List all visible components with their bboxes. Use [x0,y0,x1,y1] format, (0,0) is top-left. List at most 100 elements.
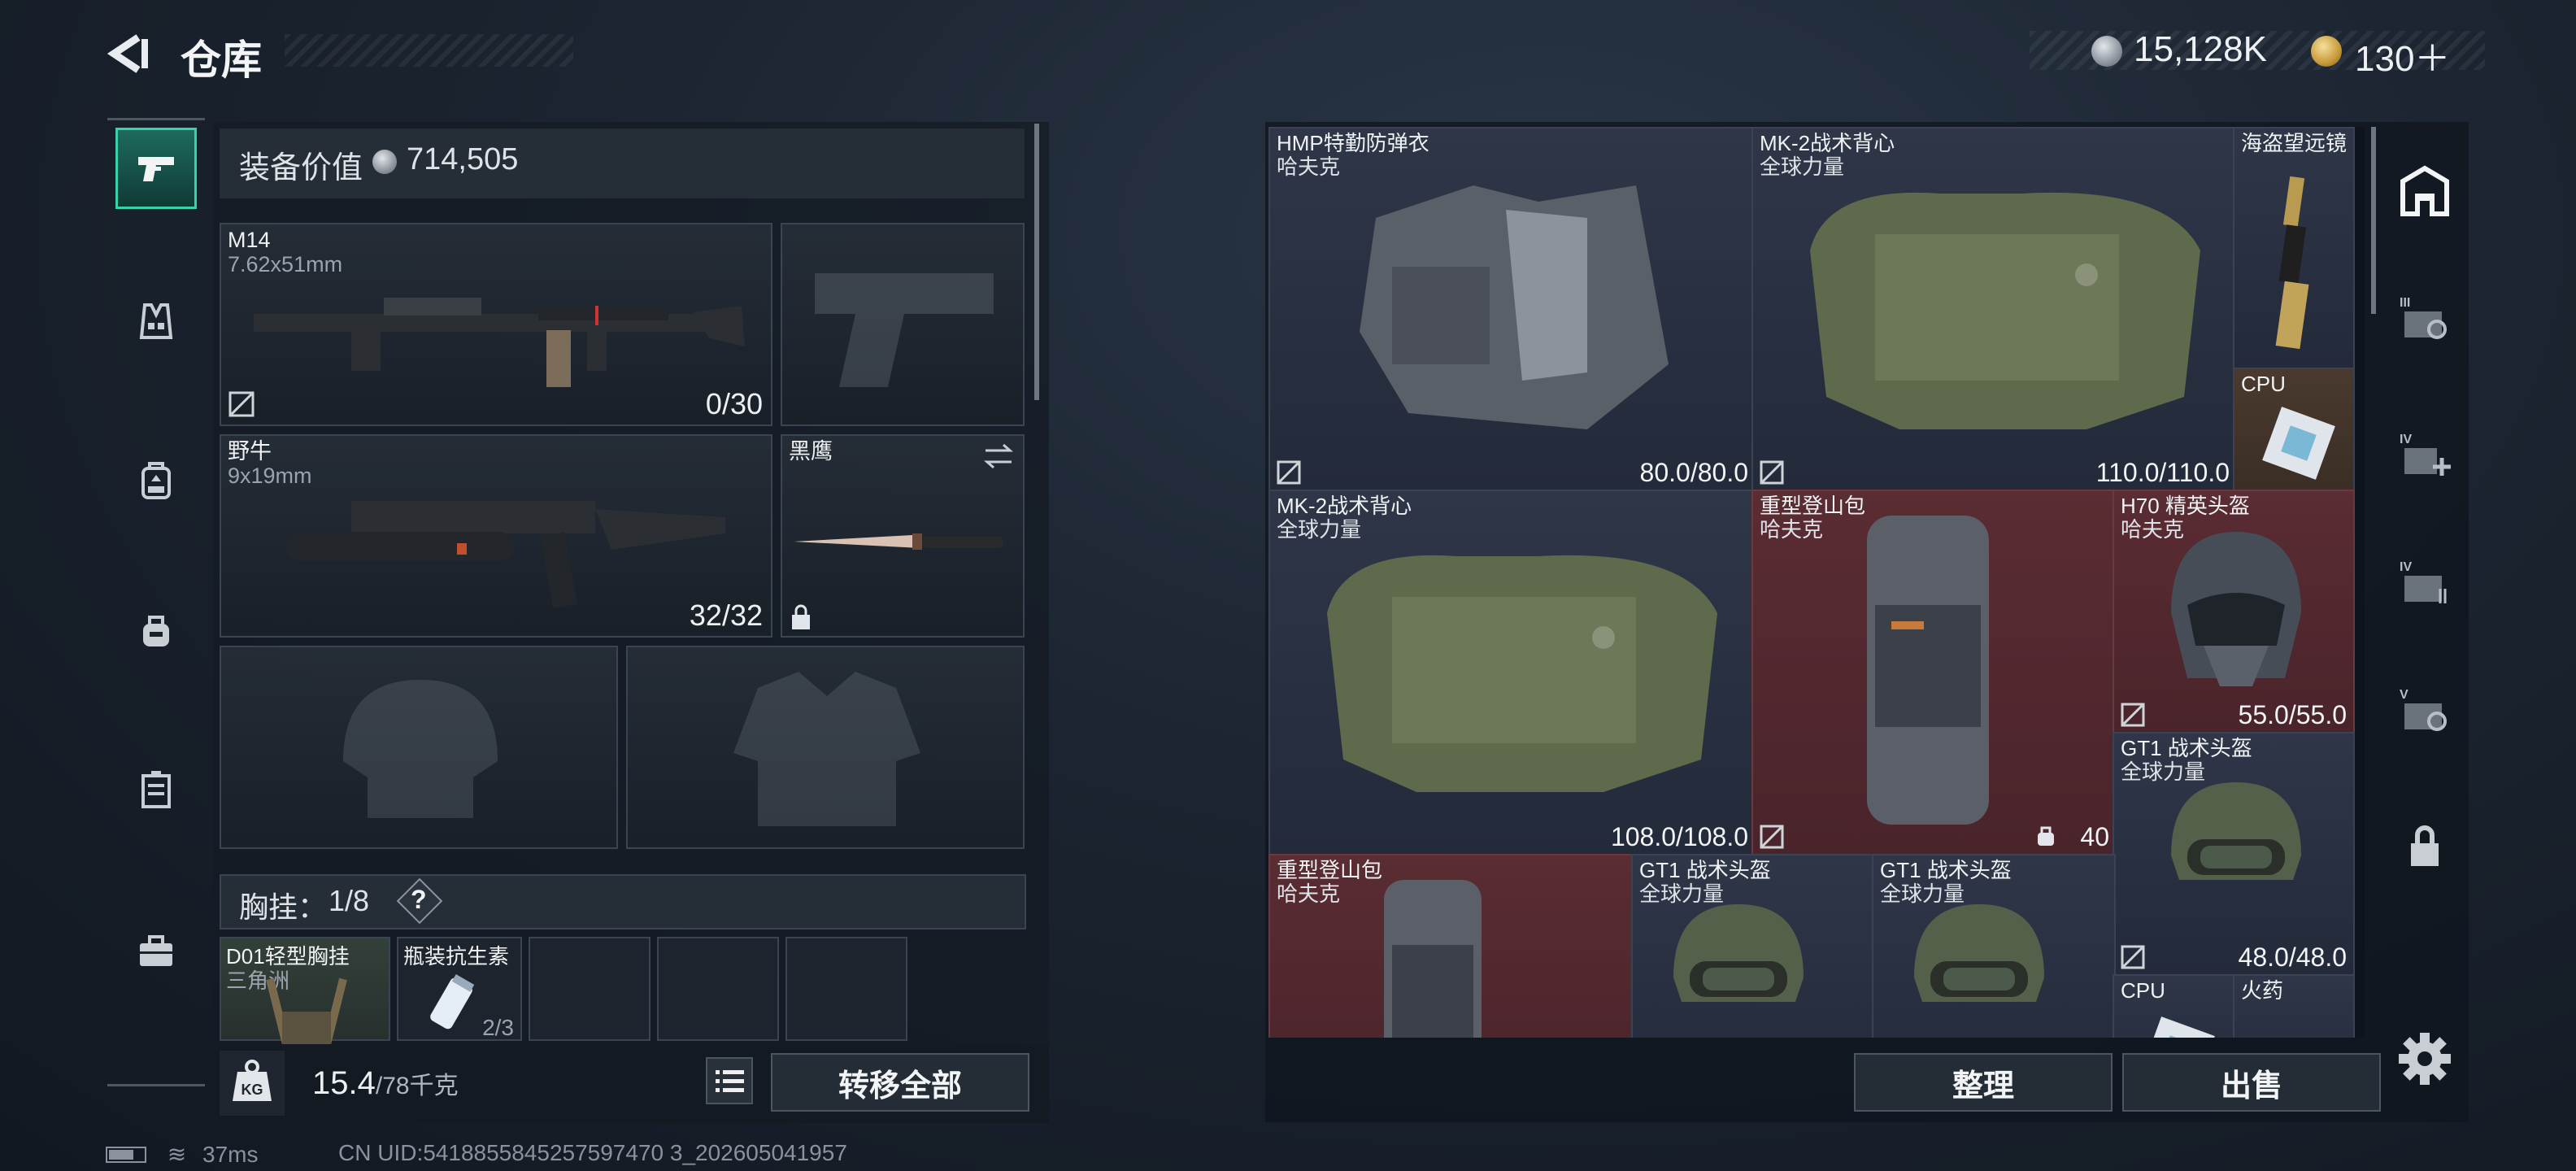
storage-item-gt1-helmet[interactable]: GT1 战术头盔 全球力量 48.0/48.0 [2113,732,2355,977]
item-brand: 哈夫克 [1277,155,1341,179]
equipment-value: 714,505 [407,142,519,176]
svg-text:V: V [2400,688,2408,702]
storage-item-hmp-vest[interactable]: HMP特勤防弹衣 哈夫克 80.0/80.0 [1268,127,1756,493]
storage-item-mk2-vest[interactable]: MK-2战术背心 全球力量 110.0/110.0 [1751,127,2238,493]
empty-slot[interactable] [785,937,907,1041]
battery-icon [106,1146,146,1163]
item-durability: 108.0/108.0 [1610,822,1748,851]
equipment-scrollbar[interactable] [1034,124,1039,400]
list-view-button[interactable] [706,1057,753,1104]
chest-rig-item[interactable]: D01轻型胸挂 三角洲 [220,937,390,1044]
storage-scrollbar[interactable] [2371,127,2376,314]
lock-icon [2411,825,2439,866]
sidebar-item-case[interactable] [115,748,197,829]
empty-slot[interactable] [657,937,779,1041]
current-weight: 15.4 [312,1065,376,1101]
svg-text:IV: IV [2400,560,2412,574]
storage-item-gt1-helmet[interactable]: GT1 战术头盔 全球力量 [1872,854,2116,1038]
item-name: GT1 战术头盔 [1880,858,2012,882]
sidebar-item-weapons[interactable] [115,128,197,209]
transfer-all-button[interactable]: 转移全部 [771,1053,1029,1112]
chest-rig-label: 胸挂： [239,890,328,924]
sidebar-item-vest[interactable] [115,281,197,362]
storage-item-cpu[interactable]: CPU [2113,974,2234,1038]
wifi-icon: ≋ [167,1142,187,1168]
item-name: CPU [2241,372,2286,396]
storage-item-telescope[interactable]: 海盗望远镜 [2233,127,2355,371]
back-button[interactable] [106,31,151,76]
storage-item-cpu[interactable]: CPU [2233,368,2355,493]
uid-text: CN UID:5418855845257597470 3_20260504195… [338,1140,847,1165]
sell-button[interactable]: 出售 [2122,1053,2381,1112]
item-brand: 哈夫克 [1760,517,1824,542]
right-sidebar-item-locker-v[interactable]: V [2382,668,2467,750]
vest-icon [139,303,173,339]
knife-image [794,533,1003,550]
backpack-image [1867,516,1989,825]
storage-item-h70-helmet[interactable]: H70 精英头盔 哈夫克 55.0/55.0 [2113,490,2355,735]
sidebar-item-briefcase[interactable] [115,911,197,992]
melee-slot[interactable]: 黑鹰 [781,434,1025,638]
item-brand: 哈夫克 [1277,882,1341,906]
gold-currency[interactable]: 130＋ [2355,29,2450,81]
antibiotic-item[interactable]: 瓶装抗生素 2/3 [397,937,522,1041]
weight-capacity: /78千克 [375,1073,459,1099]
gear-icon [2399,1033,2451,1085]
vest-image [1327,555,1717,792]
item-name: 瓶装抗生素 [403,944,510,969]
lock-icon [792,604,810,629]
secondary-weapon-slot[interactable]: 野牛 9x19mm 32/32 [220,434,772,638]
armor-slot[interactable] [626,646,1025,849]
item-capacity: 40 [2080,822,2109,851]
cpu-image [2142,1016,2215,1038]
locker-iii-icon: III [2400,296,2447,339]
broken-icon [1277,460,1301,485]
rifle-image [254,298,745,387]
locker-iv-icon: IV [2400,560,2447,603]
sidebar-item-bag[interactable] [115,590,197,671]
item-name: 重型登山包 [1760,494,1866,518]
primary-weapon-slot[interactable]: M14 7.62x51mm 0/30 [220,223,772,426]
locker-v-icon: V [2400,688,2447,731]
backpack-icon [141,462,171,499]
storage-item-gunpowder[interactable]: 火药 [2233,974,2355,1038]
svg-text:IV: IV [2400,433,2412,446]
settings-button[interactable] [2382,1018,2467,1099]
right-sidebar-item-storage[interactable] [2382,151,2467,233]
storage-item-mk2-vest[interactable]: MK-2战术背心 全球力量 108.0/108.0 [1268,490,1756,857]
status-bar: ≋ 37ms [106,1140,259,1168]
item-name: GT1 战术头盔 [2121,736,2252,760]
left-sidebar [106,118,207,1094]
helmet-image [2171,782,2301,880]
storage-item-gt1-helmet[interactable]: GT1 战术头盔 全球力量 [1631,854,1875,1038]
storage-item-heavy-backpack[interactable]: 重型登山包 哈夫克 [1268,854,1634,1038]
item-name: HMP特勤防弹衣 [1277,131,1429,155]
svg-text:KG: KG [242,1082,263,1098]
item-durability: 80.0/80.0 [1639,458,1748,487]
chevron-left-icon [107,34,148,73]
silver-coin-icon [2091,36,2122,67]
pistol-slot[interactable] [781,223,1025,426]
ammo-count: 32/32 [689,599,763,632]
helmet-placeholder-icon [343,680,498,818]
sort-button[interactable]: 整理 [1854,1053,2113,1112]
silver-currency: 15,128K [2134,29,2267,69]
storage-item-heavy-backpack[interactable]: 重型登山包 哈夫克 40 [1751,490,2117,857]
helmet-slot[interactable] [220,646,618,849]
right-sidebar-item-locked[interactable] [2382,805,2467,886]
pill-bottle-image [430,974,475,1030]
swap-icon[interactable] [982,442,1015,470]
empty-slot[interactable] [529,937,651,1041]
item-name: 火药 [2241,978,2284,1003]
case-icon [141,771,171,808]
right-sidebar-item-locker-iv-add[interactable]: IV [2382,413,2467,494]
vest-image [1360,185,1669,429]
broken-icon [228,391,255,417]
broken-icon [2121,945,2145,969]
weapon-name: M14 [228,228,271,252]
help-icon: ? [411,885,427,914]
sidebar-item-backpack[interactable] [115,439,197,520]
armor-placeholder-icon [733,672,920,826]
right-sidebar-item-locker-iii[interactable]: III [2382,276,2467,358]
right-sidebar-item-locker-iv[interactable]: IV [2382,541,2467,622]
